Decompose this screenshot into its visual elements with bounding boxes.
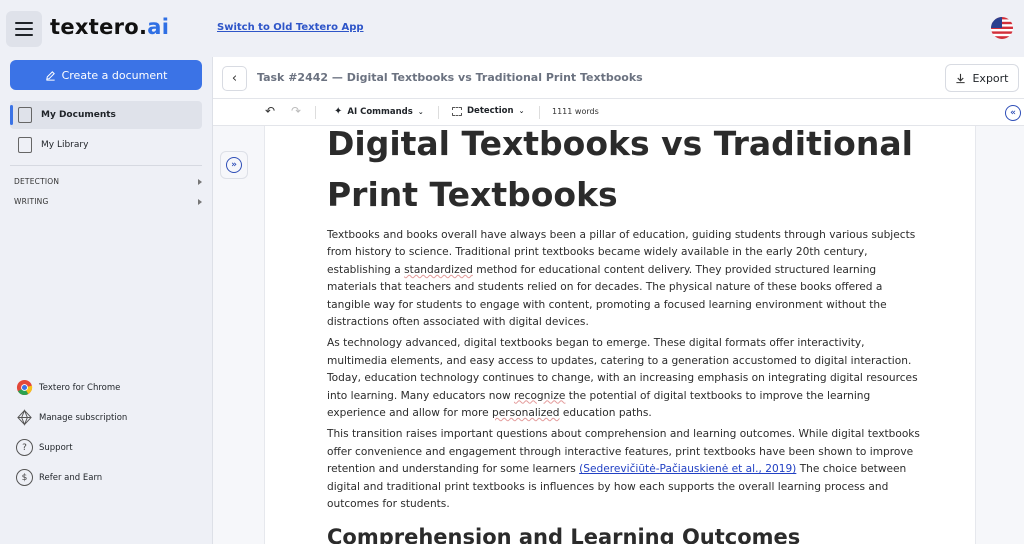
chevron-down-icon: ⌄ bbox=[417, 107, 424, 116]
spellcheck-word[interactable]: standardized bbox=[404, 264, 473, 276]
editor-toolbar: ↶ ↷ ✦ AI Commands ⌄ Detection ⌄ 1111 wor… bbox=[213, 99, 1024, 126]
sparkle-icon: ✦ bbox=[334, 106, 343, 117]
top-bar: textero.ai Switch to Old Textero App bbox=[0, 0, 1024, 57]
sidebar-refer-earn[interactable]: $ Refer and Earn bbox=[16, 469, 102, 486]
undo-icon[interactable]: ↶ bbox=[265, 104, 275, 118]
document-title: Digital Textbooks vs Traditional Print T… bbox=[327, 126, 913, 214]
ai-commands-button[interactable]: ✦ AI Commands ⌄ bbox=[334, 106, 424, 117]
paragraph: As technology advanced, digital textbook… bbox=[327, 335, 923, 422]
task-header: ‹ Task #2442 — Digital Textbooks vs Trad… bbox=[213, 57, 1024, 99]
scan-icon bbox=[452, 106, 462, 116]
detection-button[interactable]: Detection ⌄ bbox=[452, 106, 524, 116]
caret-right-icon bbox=[198, 178, 202, 185]
section-label: DETECTION bbox=[14, 177, 60, 186]
sidebar-item-label: My Documents bbox=[41, 110, 116, 120]
library-icon bbox=[18, 137, 32, 153]
sidebar-divider bbox=[10, 165, 202, 166]
section-label: WRITING bbox=[14, 197, 49, 206]
main-area: ‹ Task #2442 — Digital Textbooks vs Trad… bbox=[212, 57, 1024, 544]
hamburger-menu-icon[interactable] bbox=[6, 11, 42, 47]
bottom-item-label: Refer and Earn bbox=[39, 472, 103, 483]
logo-main: textero. bbox=[50, 15, 148, 39]
switch-old-app-link[interactable]: Switch to Old Textero App bbox=[217, 22, 364, 33]
bottom-item-label: Textero for Chrome bbox=[39, 382, 121, 393]
expand-panel-button[interactable]: » bbox=[220, 151, 248, 179]
help-icon: ? bbox=[16, 439, 33, 456]
toolbar-divider bbox=[438, 106, 439, 119]
double-chevron-right-icon: » bbox=[226, 157, 242, 173]
paragraph: Textbooks and books overall have always … bbox=[327, 227, 923, 331]
sidebar-section-detection[interactable]: DETECTION bbox=[14, 177, 202, 186]
sidebar-item-my-library[interactable]: My Library bbox=[10, 131, 202, 159]
sidebar-textero-chrome[interactable]: Textero for Chrome bbox=[16, 379, 120, 396]
bottom-item-label: Support bbox=[39, 442, 73, 453]
back-button[interactable]: ‹ bbox=[222, 66, 247, 91]
chrome-icon bbox=[16, 379, 33, 396]
us-flag-icon[interactable] bbox=[991, 17, 1013, 39]
bottom-item-label: Manage subscription bbox=[39, 412, 128, 423]
create-document-button[interactable]: Create a document bbox=[10, 60, 202, 90]
word-count: 1111 words bbox=[552, 107, 599, 116]
section-heading: Comprehension and Learning Outcomes bbox=[327, 524, 801, 544]
pencil-icon bbox=[45, 70, 55, 81]
sidebar-item-my-documents[interactable]: My Documents bbox=[10, 101, 202, 129]
download-icon bbox=[956, 73, 966, 83]
sidebar-item-label: My Library bbox=[41, 140, 89, 150]
toolbar-divider bbox=[315, 106, 316, 119]
citation-link[interactable]: (Sederevičiūtė-Pačiauskienė et al., 2019… bbox=[579, 463, 796, 475]
sidebar: Create a document My Documents My Librar… bbox=[0, 57, 212, 544]
chevron-down-icon: ⌄ bbox=[518, 107, 525, 115]
spellcheck-word[interactable]: recognize bbox=[514, 390, 565, 402]
chevron-left-icon: ‹ bbox=[231, 71, 238, 86]
documents-icon bbox=[18, 107, 32, 123]
paragraph: This transition raises important questio… bbox=[327, 426, 923, 513]
text-run: education paths. bbox=[559, 407, 652, 420]
redo-icon[interactable]: ↷ bbox=[291, 104, 301, 118]
sidebar-support[interactable]: ? Support bbox=[16, 439, 73, 456]
ai-commands-label: AI Commands bbox=[347, 106, 413, 117]
detection-label: Detection bbox=[467, 106, 514, 116]
collapse-panel-icon[interactable]: « bbox=[1005, 105, 1021, 121]
toolbar-divider bbox=[539, 106, 540, 119]
spellcheck-word[interactable]: personalized bbox=[492, 407, 560, 419]
textero-logo[interactable]: textero.ai bbox=[50, 15, 169, 39]
dollar-icon: $ bbox=[16, 469, 33, 486]
sidebar-manage-subscription[interactable]: Manage subscription bbox=[16, 409, 127, 426]
export-label: Export bbox=[972, 71, 1009, 85]
export-button[interactable]: Export bbox=[945, 64, 1019, 92]
diamond-icon bbox=[17, 409, 32, 426]
task-title: Task #2442 — Digital Textbooks vs Tradit… bbox=[257, 71, 643, 84]
caret-right-icon bbox=[198, 198, 202, 205]
logo-accent: ai bbox=[147, 15, 170, 39]
sidebar-section-writing[interactable]: WRITING bbox=[14, 197, 202, 206]
create-document-label: Create a document bbox=[61, 68, 168, 82]
document-editor[interactable]: Digital Textbooks vs Traditional Print T… bbox=[264, 126, 976, 544]
